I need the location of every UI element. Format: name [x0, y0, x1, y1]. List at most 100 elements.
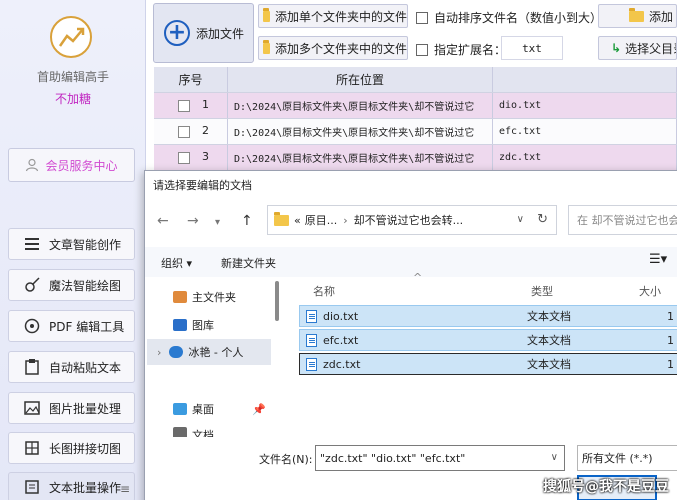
add-more-button[interactable]: 添加: [598, 4, 677, 28]
sidebar-collapse-handle[interactable]: ≡: [120, 482, 130, 496]
file-size: 1: [667, 357, 674, 371]
add-multi-folder-button[interactable]: 添加多个文件夹中的文件: [258, 36, 408, 60]
up-arrow-icon[interactable]: ↑: [241, 213, 253, 229]
col-header-location[interactable]: 所在位置: [228, 67, 493, 92]
home-icon: [173, 291, 187, 303]
filename-chevron-down-icon[interactable]: ∨: [551, 452, 558, 463]
nav-item-desktop[interactable]: 桌面 📌: [173, 401, 266, 417]
organize-button[interactable]: 组织 ▾: [161, 255, 192, 271]
row-checkbox[interactable]: [178, 126, 190, 138]
address-chevron-down-icon[interactable]: ∨: [517, 214, 524, 225]
address-bar[interactable]: « 原目... › 却不管说过它也会转... ∨ ↻: [267, 205, 557, 235]
nav-item-documents[interactable]: 文档: [173, 427, 214, 437]
refresh-icon[interactable]: ↻: [537, 212, 548, 227]
menu-item-article[interactable]: 文章智能创作: [8, 228, 135, 260]
table-row[interactable]: 2 D:\2024\原目标文件夹\原目标文件夹\却不管说过它 efc.txt: [154, 119, 677, 145]
view-options-icon[interactable]: ☰▾: [649, 252, 667, 267]
add-single-folder-button[interactable]: 添加单个文件夹中的文件: [258, 4, 408, 28]
breadcrumb-chevron-icon: ›: [343, 213, 348, 227]
col-header-type[interactable]: 类型: [531, 283, 553, 299]
specify-ext-option[interactable]: 指定扩展名：: [416, 41, 506, 58]
folder-icon: [263, 39, 270, 54]
back-arrow-icon[interactable]: ←: [157, 213, 169, 229]
file-name: dio.txt: [323, 309, 359, 323]
pictures-icon: [173, 319, 187, 331]
row-index: 1: [202, 98, 209, 111]
forward-arrow-icon[interactable]: →: [187, 213, 199, 229]
table-row[interactable]: 1 D:\2024\原目标文件夹\原目标文件夹\却不管说过它 dio.txt: [154, 93, 677, 119]
add-file-button[interactable]: + 添加文件: [153, 3, 254, 63]
menu-item-auto-paste[interactable]: 自动粘贴文本: [8, 351, 135, 383]
folder-icon: [263, 7, 270, 22]
menu-item-long-image[interactable]: 长图拼接切图: [8, 432, 135, 464]
cloud-icon: [169, 346, 184, 358]
app-logo-icon: [50, 16, 92, 58]
new-folder-button[interactable]: 新建文件夹: [221, 255, 276, 271]
file-type: 文本文档: [527, 334, 571, 347]
recent-chevron-down-icon[interactable]: ▾: [215, 217, 220, 228]
magic-brush-icon: [23, 276, 41, 294]
col-header-name[interactable]: 名称: [313, 283, 335, 299]
row-location: D:\2024\原目标文件夹\原目标文件夹\却不管说过它: [228, 93, 493, 118]
search-input[interactable]: 在 却不管说过它也会: [568, 205, 677, 235]
file-item[interactable]: dio.txt 文本文档 1: [299, 305, 677, 327]
file-size: 1: [667, 333, 674, 347]
file-name: efc.txt: [323, 333, 359, 347]
menu-item-pdf[interactable]: PDF 编辑工具: [8, 310, 135, 342]
open-file-dialog: 请选择要编辑的文档 ← → ▾ ↑ « 原目... › 却不管说过它也会转...…: [144, 170, 677, 500]
text-document-icon: [306, 309, 317, 323]
nav-scrollbar[interactable]: [275, 281, 279, 321]
col-header-index[interactable]: 序号: [154, 67, 228, 92]
file-name: zdc.txt: [323, 357, 361, 371]
row-checkbox[interactable]: [178, 100, 190, 112]
nav-item-home[interactable]: 主文件夹: [173, 289, 236, 305]
app-name: 首助编辑高手: [36, 70, 109, 84]
table-header: 序号 所在位置: [154, 67, 677, 93]
select-arrow-icon: ↳: [611, 41, 622, 55]
documents-icon: [173, 427, 187, 437]
col-header-size[interactable]: 大小: [639, 283, 661, 299]
row-filename: zdc.txt: [493, 145, 677, 170]
row-filename: efc.txt: [493, 119, 677, 144]
row-checkbox[interactable]: [178, 152, 190, 164]
pin-icon: 📌: [252, 402, 266, 416]
menu-item-magic-draw[interactable]: 魔法智能绘图: [8, 269, 135, 301]
specify-ext-checkbox[interactable]: [416, 43, 428, 56]
sidebar: 首助编辑高手 不加糖 会员服务中心 文章智能创作 魔法智能绘图 PDF 编辑工具…: [0, 0, 146, 500]
grid-icon: [23, 439, 41, 457]
breadcrumb-item[interactable]: 原目...: [305, 212, 338, 228]
row-location: D:\2024\原目标文件夹\原目标文件夹\却不管说过它: [228, 119, 493, 144]
dialog-command-bar: 组织 ▾ 新建文件夹 ☰▾: [145, 247, 677, 277]
plus-circle-icon: +: [164, 20, 190, 46]
menu-item-image-batch[interactable]: 图片批量处理: [8, 392, 135, 424]
breadcrumb-item[interactable]: 却不管说过它也会转...: [354, 212, 464, 228]
col-header-name[interactable]: [493, 67, 677, 92]
member-service-button[interactable]: 会员服务中心: [8, 148, 135, 182]
extension-input[interactable]: txt: [501, 36, 563, 60]
file-type: 文本文档: [527, 310, 571, 323]
file-type: 文本文档: [527, 358, 571, 371]
nav-item-pictures[interactable]: 图库: [173, 317, 214, 333]
menu-item-text-batch[interactable]: 文本批量操作: [8, 472, 135, 500]
desktop-icon: [173, 403, 187, 415]
row-location: D:\2024\原目标文件夹\原目标文件夹\却不管说过它: [228, 145, 493, 170]
filetype-select[interactable]: 所有文件 (*.*): [577, 445, 677, 471]
auto-sort-option[interactable]: 自动排序文件名（数值小到大）: [416, 9, 602, 26]
text-file-icon: [23, 478, 41, 496]
auto-sort-checkbox[interactable]: [416, 11, 428, 24]
address-prefix: «: [294, 213, 301, 227]
table-row[interactable]: 3 D:\2024\原目标文件夹\原目标文件夹\却不管说过它 zdc.txt: [154, 145, 677, 171]
filename-input[interactable]: "zdc.txt" "dio.txt" "efc.txt" ∨: [315, 445, 565, 471]
nav-item-cloud[interactable]: › 冰艳 - 个人: [147, 339, 271, 365]
row-filename: dio.txt: [493, 93, 677, 118]
file-item[interactable]: efc.txt 文本文档 1: [299, 329, 677, 351]
row-index: 3: [202, 150, 209, 163]
file-item[interactable]: zdc.txt 文本文档 1: [299, 353, 677, 375]
filename-label: 文件名(N):: [259, 453, 313, 466]
sort-chevron-up-icon[interactable]: ^: [413, 271, 422, 284]
select-parent-dir-button[interactable]: ↳ 选择父目录: [598, 36, 677, 60]
pdf-icon: [23, 317, 41, 335]
text-document-icon: [306, 357, 317, 371]
dialog-title: 请选择要编辑的文档: [153, 179, 252, 192]
menu-list-icon: [23, 235, 41, 253]
